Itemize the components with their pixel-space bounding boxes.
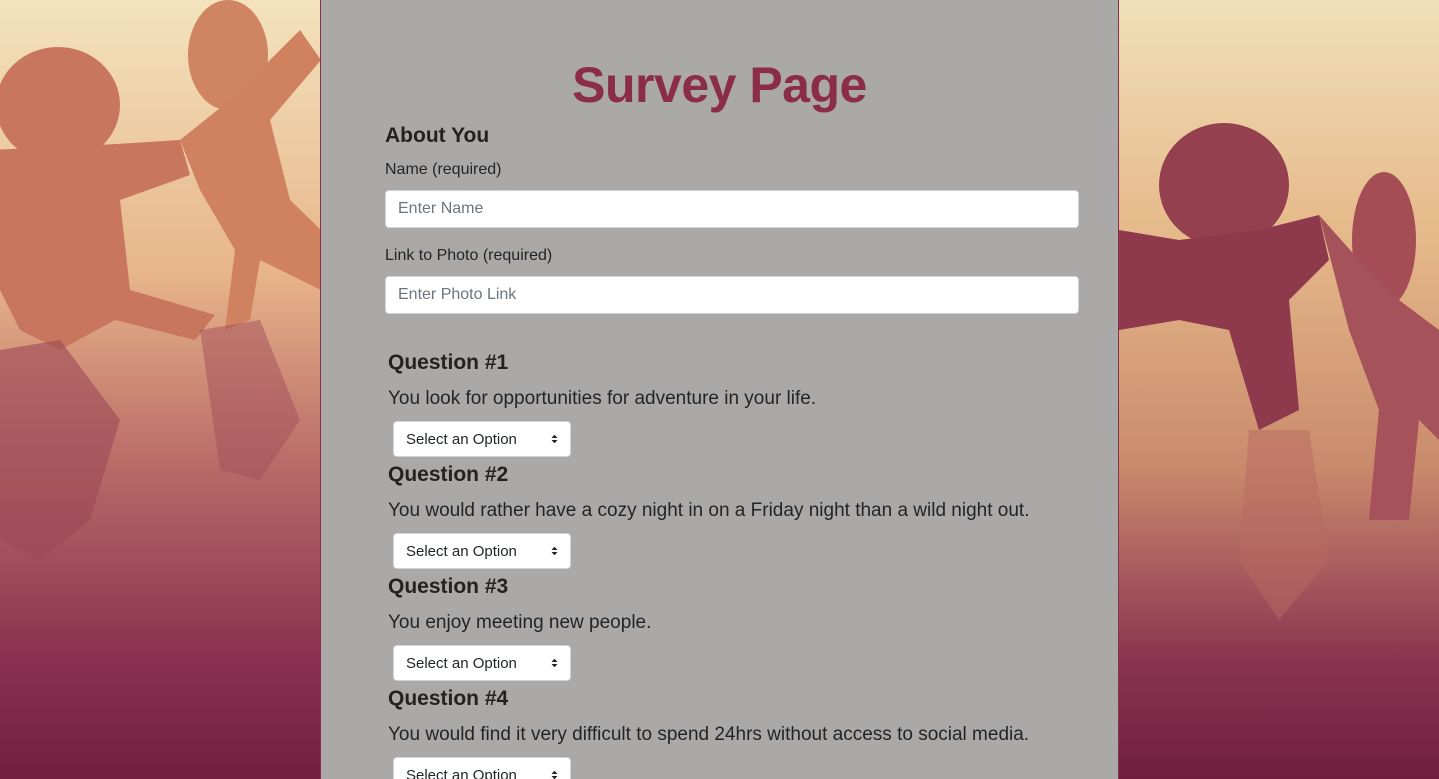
question-1-select[interactable]: Select an Option <box>393 421 571 457</box>
question-4-select-value: Select an Option <box>406 766 517 779</box>
question-4-select[interactable]: Select an Option <box>393 757 571 779</box>
background-image-left <box>0 0 321 779</box>
question-3-text: You enjoy meeting new people. <box>388 612 652 633</box>
question-1-select-value: Select an Option <box>406 430 517 448</box>
background-image-right <box>1119 0 1439 779</box>
question-2-text: You would rather have a cozy night in on… <box>388 500 1030 521</box>
question-3-select-value: Select an Option <box>406 654 517 672</box>
name-label: Name (required) <box>385 161 502 178</box>
survey-panel: Survey Page About You Name (required) Li… <box>320 0 1119 779</box>
question-2-select-value: Select an Option <box>406 542 517 560</box>
up-down-chevron-icon <box>551 658 558 668</box>
page-title: Survey Page <box>572 57 867 113</box>
question-4-heading: Question #4 <box>388 687 509 710</box>
up-down-chevron-icon <box>551 434 558 444</box>
up-down-chevron-icon <box>551 546 558 556</box>
photo-link-label: Link to Photo (required) <box>385 247 553 264</box>
name-input[interactable] <box>385 190 1079 228</box>
question-3-select[interactable]: Select an Option <box>393 645 571 681</box>
up-down-chevron-icon <box>551 770 558 779</box>
question-2-heading: Question #2 <box>388 463 509 486</box>
question-3-heading: Question #3 <box>388 575 509 598</box>
question-1-heading: Question #1 <box>388 351 509 374</box>
question-4-text: You would find it very difficult to spen… <box>388 724 1030 745</box>
question-1-text: You look for opportunities for adventure… <box>388 388 817 409</box>
question-2-select[interactable]: Select an Option <box>393 533 571 569</box>
photo-link-input[interactable] <box>385 276 1079 314</box>
about-you-heading: About You <box>385 124 490 147</box>
